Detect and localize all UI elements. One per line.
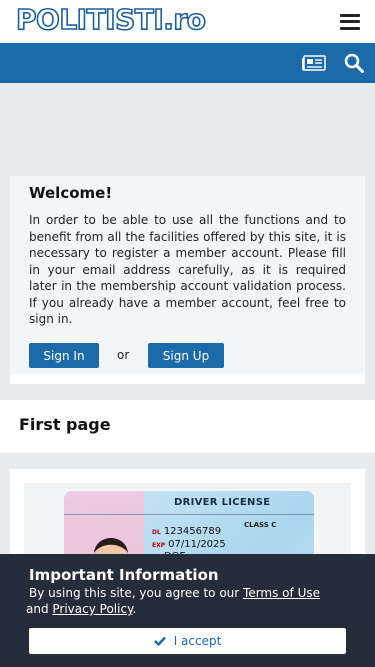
site-logo[interactable]: POLITISTI.ro: [15, 1, 250, 42]
svg-text:POLITISTI.ro: POLITISTI.ro: [16, 3, 206, 35]
cookie-title: Important Information: [29, 566, 219, 584]
ad-space: [0, 83, 375, 176]
welcome-text: In order to be able to use all the funct…: [29, 213, 346, 326]
license-class: CLASS C: [244, 521, 277, 529]
accept-button[interactable]: I accept: [29, 628, 346, 654]
cookie-text: By using this site, you agree to our Ter…: [26, 586, 320, 616]
search-icon[interactable]: [344, 53, 364, 73]
accept-label: I accept: [173, 634, 222, 648]
first-page-section: First page: [0, 400, 375, 453]
welcome-card: Welcome! In order to be able to use all …: [10, 176, 365, 384]
cookie-banner: Important Information By using this site…: [0, 554, 375, 667]
logo-svg: POLITISTI.ro: [15, 2, 207, 37]
top-bar: POLITISTI.ro: [0, 0, 375, 43]
or-label: or: [117, 348, 130, 362]
newspaper-icon[interactable]: [302, 55, 326, 71]
nav-bar: [0, 43, 375, 83]
license-title: DRIVER LICENSE: [174, 497, 271, 508]
sign-up-button[interactable]: Sign Up: [148, 343, 224, 368]
welcome-title: Welcome!: [29, 184, 113, 202]
privacy-policy-link[interactable]: Privacy Policy: [52, 602, 132, 616]
terms-of-use-link[interactable]: Terms of Use: [243, 586, 320, 600]
checkmark-icon: [153, 636, 166, 646]
menu-icon[interactable]: [340, 13, 360, 30]
section-title: First page: [19, 415, 111, 434]
sign-in-button[interactable]: Sign In: [29, 343, 99, 368]
